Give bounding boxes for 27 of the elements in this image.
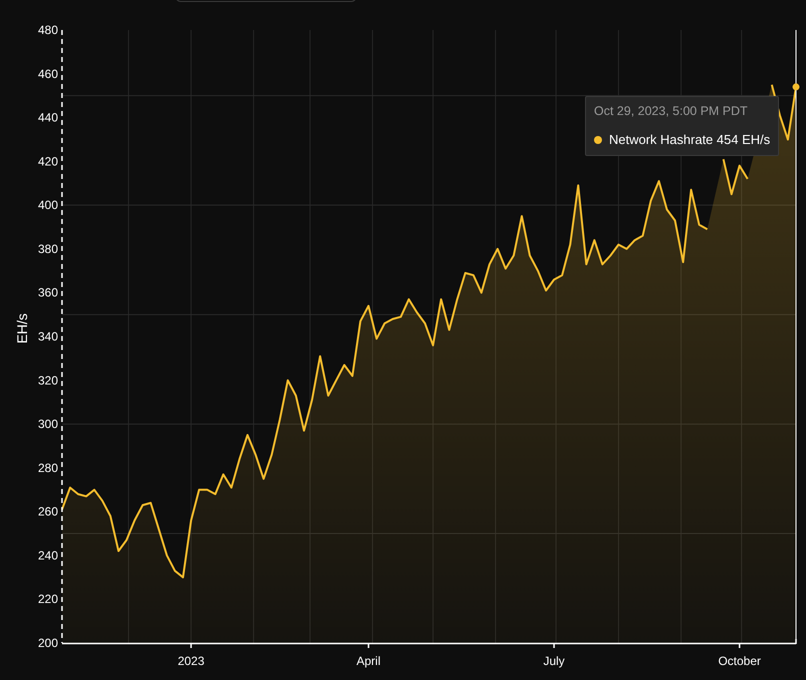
y-tick-label: 320 bbox=[38, 373, 58, 388]
y-tick-label: 200 bbox=[38, 636, 58, 650]
y-tick-label: 220 bbox=[38, 592, 58, 606]
y-tick-label: 380 bbox=[38, 242, 58, 256]
y-tick-label: 460 bbox=[38, 66, 58, 81]
x-tick-label: 2023 bbox=[178, 654, 204, 668]
y-tick-label: 480 bbox=[38, 23, 58, 37]
hover-point bbox=[792, 83, 800, 90]
y-axis-title: EH/s bbox=[14, 313, 30, 344]
y-tick-label: 400 bbox=[38, 198, 58, 212]
x-tick-label: July bbox=[543, 654, 565, 668]
y-tick-label: 340 bbox=[38, 330, 58, 344]
y-tick-label: 300 bbox=[38, 417, 58, 432]
tick-mark bbox=[553, 643, 555, 648]
tooltip-date: Oct 29, 2023, 5:00 PM PDT bbox=[594, 103, 749, 120]
y-tick-label: 440 bbox=[38, 110, 58, 125]
x-tick-label: October bbox=[718, 654, 761, 668]
x-tick-label: April bbox=[356, 654, 381, 668]
tick-mark bbox=[190, 643, 192, 648]
y-tick-label: 420 bbox=[38, 154, 58, 168]
tick-mark bbox=[738, 643, 740, 648]
y-tick-label: 240 bbox=[38, 548, 58, 562]
y-tick-label: 260 bbox=[38, 504, 58, 519]
y-tick-label: 360 bbox=[38, 286, 58, 300]
tick-mark bbox=[368, 643, 370, 648]
y-tick-label: 280 bbox=[38, 460, 58, 475]
tooltip-value: Network Hashrate 454 EH/s bbox=[609, 130, 770, 149]
